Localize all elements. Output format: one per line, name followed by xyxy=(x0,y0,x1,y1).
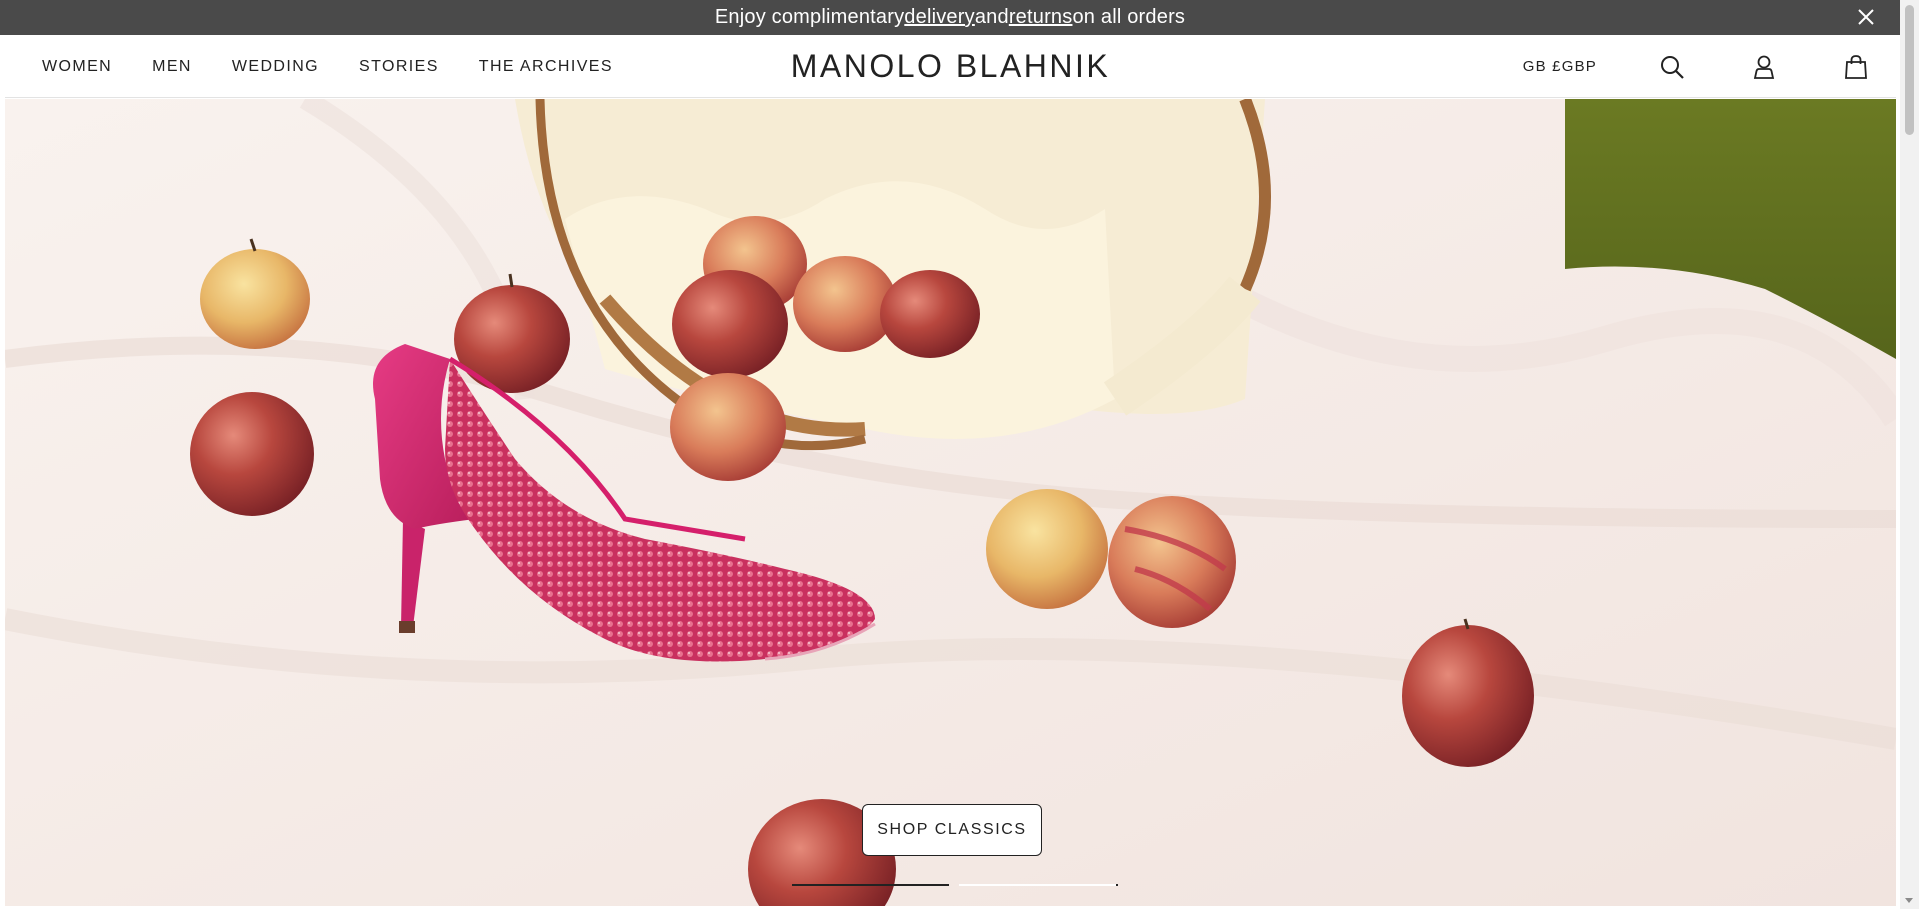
close-icon[interactable] xyxy=(1854,5,1878,29)
announcement-prefix: Enjoy complimentary xyxy=(714,6,905,28)
announcement-bar: Enjoy complimentary delivery and returns… xyxy=(0,0,1900,35)
carousel-dot-2[interactable] xyxy=(959,884,1116,886)
returns-link[interactable]: returns xyxy=(1009,6,1073,29)
brand-logo[interactable]: MANOLO BLAHNIK xyxy=(791,48,1111,85)
currency-selector[interactable]: GB £GBP xyxy=(1523,58,1597,75)
delivery-link[interactable]: delivery xyxy=(904,6,975,29)
nav-item-stories[interactable]: STORIES xyxy=(359,58,439,76)
announcement-suffix: on all orders xyxy=(1072,6,1186,28)
account-icon[interactable] xyxy=(1751,54,1777,80)
main-nav: WOMEN MEN WEDDING STORIES THE ARCHIVES xyxy=(42,35,653,98)
hero-banner[interactable]: SHOP CLASSICS xyxy=(5,99,1896,906)
nav-item-women[interactable]: WOMEN xyxy=(42,58,112,76)
nav-item-men[interactable]: MEN xyxy=(152,58,192,76)
announcement-middle: and xyxy=(974,6,1009,28)
nav-item-wedding[interactable]: WEDDING xyxy=(232,58,319,76)
scroll-down-arrow-icon[interactable] xyxy=(1905,898,1913,903)
header-tools: GB £GBP xyxy=(1523,35,1896,98)
carousel-dot-1[interactable] xyxy=(792,884,949,886)
scrollbar-thumb[interactable] xyxy=(1905,5,1914,135)
site-header: WOMEN MEN WEDDING STORIES THE ARCHIVES M… xyxy=(5,35,1896,98)
carousel-indicators xyxy=(792,884,1118,888)
shop-classics-button[interactable]: SHOP CLASSICS xyxy=(862,804,1042,856)
bag-icon[interactable] xyxy=(1843,54,1869,80)
nav-item-the-archives[interactable]: THE ARCHIVES xyxy=(479,58,613,76)
hero-image xyxy=(5,99,1896,906)
carousel-dot-end xyxy=(1116,884,1118,886)
page-scrollbar[interactable] xyxy=(1900,0,1919,909)
search-icon[interactable] xyxy=(1659,54,1685,80)
